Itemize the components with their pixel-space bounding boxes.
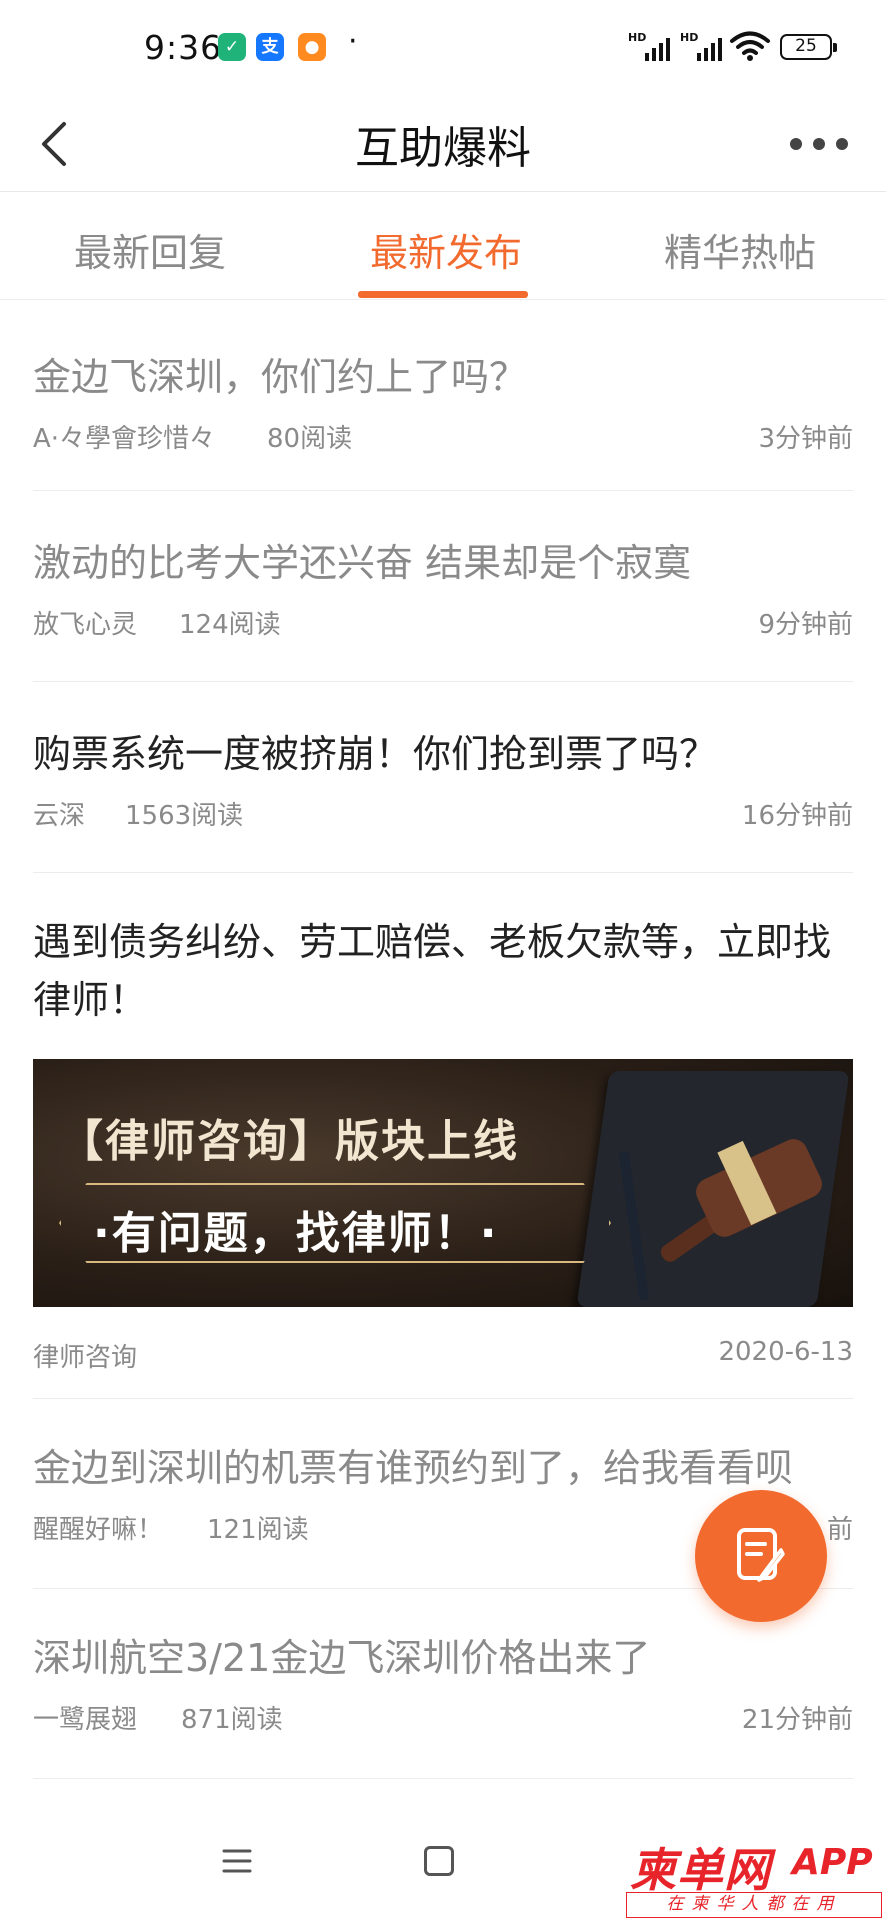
- post-title: 深圳航空3/21金边飞深圳价格出来了: [33, 1636, 651, 1680]
- banner-slogan: ·有问题，找律师！·: [93, 1208, 499, 1259]
- signal-hd-label: HD: [628, 31, 647, 44]
- lion-app-icon: ●: [298, 33, 326, 61]
- post-author: 放飞心灵: [33, 610, 138, 640]
- post-reads: 80阅读: [267, 424, 353, 454]
- post-meta: A·々學會珍惜々 80阅读 3分钟前: [33, 418, 853, 458]
- tab-latest-reply[interactable]: 最新回复: [74, 222, 226, 277]
- post-time: 21分钟前: [741, 1705, 853, 1735]
- more-dots-icon[interactable]: [790, 132, 850, 156]
- post-reads: 124阅读: [179, 610, 281, 640]
- post-reads: 121阅读: [207, 1515, 309, 1545]
- post-title: 激动的比考大学还兴奋 结果却是个寂寞: [33, 541, 692, 585]
- tab-featured[interactable]: 精华热帖: [664, 222, 816, 277]
- signal-hd-label: HD: [680, 31, 699, 44]
- list-item[interactable]: 激动的比考大学还兴奋 结果却是个寂寞 放飞心灵 124阅读 9分钟前: [33, 491, 853, 682]
- header: 互助爆料: [0, 96, 886, 192]
- post-title: 遇到债务纠纷、劳工赔偿、老板欠款等，立即找律师！: [33, 920, 832, 1022]
- post-time: 3分钟前: [758, 424, 853, 454]
- post-time: 前: [826, 1515, 853, 1545]
- tab-latest-post[interactable]: 最新发布: [370, 222, 522, 277]
- post-time: 9分钟前: [758, 610, 853, 640]
- post-author: 律师咨询: [33, 1343, 138, 1373]
- watermark-logo: 柬单网 APP 在柬华人都在用: [626, 1834, 886, 1920]
- status-bar: 9:36 ✓ 支 ● · HD HD 25: [0, 0, 886, 96]
- signal-icon: HD: [628, 31, 670, 61]
- list-item[interactable]: 遇到债务纠纷、劳工赔偿、老板欠款等，立即找律师！ 【律师咨询】版块上线 ·有问题…: [33, 873, 853, 1399]
- compose-icon: [737, 1528, 785, 1582]
- alipay-icon: 支: [256, 33, 284, 61]
- post-meta: 律师咨询 2020-6-13: [33, 1337, 853, 1377]
- watermark-logo-text: 柬单网: [630, 1843, 771, 1897]
- list-item[interactable]: 金边飞深圳，你们约上了吗？ A·々學會珍惜々 80阅读 3分钟前: [33, 300, 853, 491]
- post-reads: 1563阅读: [125, 801, 244, 831]
- signal-icon: HD: [680, 31, 722, 61]
- post-author: 云深: [33, 801, 86, 831]
- post-time: 2020-6-13: [718, 1337, 853, 1367]
- menu-icon[interactable]: [222, 1848, 252, 1874]
- post-reads: 871阅读: [181, 1705, 283, 1735]
- status-dot: ·: [348, 24, 358, 59]
- post-meta: 云深 1563阅读 16分钟前: [33, 795, 853, 835]
- home-square-icon[interactable]: [424, 1846, 454, 1876]
- list-item[interactable]: 购票系统一度被挤崩！你们抢到票了吗？ 云深 1563阅读 16分钟前: [33, 682, 853, 873]
- post-author: 醒醒好嘛！: [33, 1515, 164, 1545]
- banner-headline: 【律师咨询】版块上线: [59, 1116, 519, 1167]
- post-meta: 一鹭展翅 871阅读 21分钟前: [33, 1699, 853, 1739]
- post-author: A·々學會珍惜々: [33, 424, 216, 454]
- page-title: 互助爆料: [355, 123, 531, 174]
- compose-button[interactable]: [695, 1490, 827, 1622]
- watermark-slogan: 在柬华人都在用: [626, 1892, 882, 1918]
- watermark-app-text: APP: [792, 1842, 873, 1883]
- lawyer-banner-image[interactable]: 【律师咨询】版块上线 ·有问题，找律师！·: [33, 1059, 853, 1307]
- tab-bar: 最新回复 最新发布 精华热帖: [0, 192, 886, 300]
- post-time: 16分钟前: [741, 801, 853, 831]
- list-item[interactable]: 深圳航空3/21金边飞深圳价格出来了 一鹭展翅 871阅读 21分钟前: [33, 1589, 853, 1779]
- shield-app-icon: ✓: [218, 33, 246, 61]
- battery-icon: 25: [780, 34, 837, 60]
- post-meta: 放飞心灵 124阅读 9分钟前: [33, 604, 853, 644]
- wifi-icon: [730, 31, 770, 61]
- post-title: 购票系统一度被挤崩！你们抢到票了吗？: [33, 732, 718, 776]
- post-title: 金边到深圳的机票有谁预约到了，给我看看呗: [33, 1446, 794, 1490]
- post-title: 金边飞深圳，你们约上了吗？: [33, 355, 528, 399]
- post-author: 一鹭展翅: [33, 1705, 138, 1735]
- tab-active-indicator: [358, 291, 528, 298]
- status-time: 9:36: [144, 28, 223, 67]
